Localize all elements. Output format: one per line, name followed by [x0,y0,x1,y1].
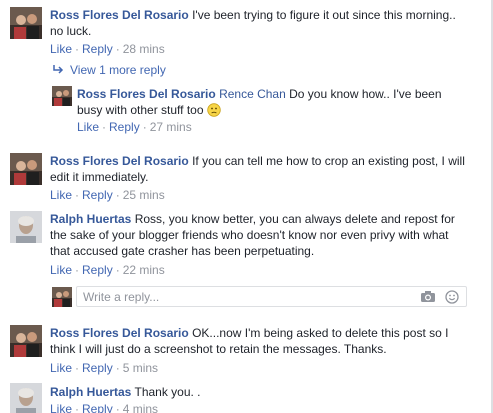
slight-frown-emoji-icon [207,103,221,121]
comment-author[interactable]: Ralph Huertas [50,212,131,226]
comment-text: If you can tell me how to crop an existi… [192,154,465,168]
timestamp[interactable]: 22 mins [123,263,165,277]
like-link[interactable]: Like [50,263,72,277]
comment-text: OK...now I'm being asked to delete this … [192,326,449,340]
view-more-replies[interactable]: View 1 more reply [52,62,166,78]
comment-text-cont: think I will just do a screenshot to ret… [50,342,387,356]
smiley-icon[interactable] [445,290,459,307]
reply-arrow-icon [52,62,64,78]
view-more-label[interactable]: View 1 more reply [70,63,166,77]
comment-text: Thank you. . [134,385,201,399]
reply-text-cont: busy with other stuff too [77,103,204,117]
comment-text: Ross, you know better, you can always de… [134,212,455,226]
avatar-ross[interactable] [10,7,42,39]
like-link[interactable]: Like [50,188,72,202]
comment-author[interactable]: Ross Flores Del Rosario [50,8,189,22]
reply-input[interactable]: Write a reply... [76,286,467,307]
like-link[interactable]: Like [77,120,99,134]
camera-icon[interactable] [420,290,436,306]
like-link[interactable]: Like [50,42,72,56]
like-link[interactable]: Like [50,402,72,413]
comment-text-cont: edit it immediately. [50,170,149,184]
comment-text-cont: no luck. [50,24,92,38]
reply-placeholder: Write a reply... [83,290,160,304]
comment-text-cont: that accused gate crasher has been perpe… [50,244,315,258]
reply-link[interactable]: Reply [109,120,140,134]
comment-text: I've been trying to figure it out since … [192,8,456,22]
reply-link[interactable]: Reply [82,402,113,413]
avatar-ralph[interactable] [10,211,42,243]
timestamp[interactable]: 5 mins [123,361,158,375]
reply-link[interactable]: Reply [82,263,113,277]
reply-link[interactable]: Reply [82,42,113,56]
avatar-ross[interactable] [10,153,42,185]
timestamp[interactable]: 4 mins [123,402,158,413]
reply-text: Do you know how.. I've been [289,87,442,101]
reply-link[interactable]: Reply [82,188,113,202]
comment-author[interactable]: Ross Flores Del Rosario [50,154,189,168]
reply-link[interactable]: Reply [82,361,113,375]
timestamp[interactable]: 28 mins [123,42,165,56]
reply-author[interactable]: Ross Flores Del Rosario [77,87,216,101]
avatar-ross[interactable] [10,325,42,357]
timestamp[interactable]: 27 mins [150,120,192,134]
mentioned-user[interactable]: Rence Chan [219,87,286,101]
comment-author[interactable]: Ralph Huertas [50,385,131,399]
comment-author[interactable]: Ross Flores Del Rosario [50,326,189,340]
like-link[interactable]: Like [50,361,72,375]
avatar-ralph[interactable] [10,383,42,413]
avatar-current-user [52,287,72,307]
avatar-ross-small[interactable] [52,86,72,106]
timestamp[interactable]: 25 mins [123,188,165,202]
comment-text-cont: the sake of your blogger friends who doe… [50,228,449,242]
